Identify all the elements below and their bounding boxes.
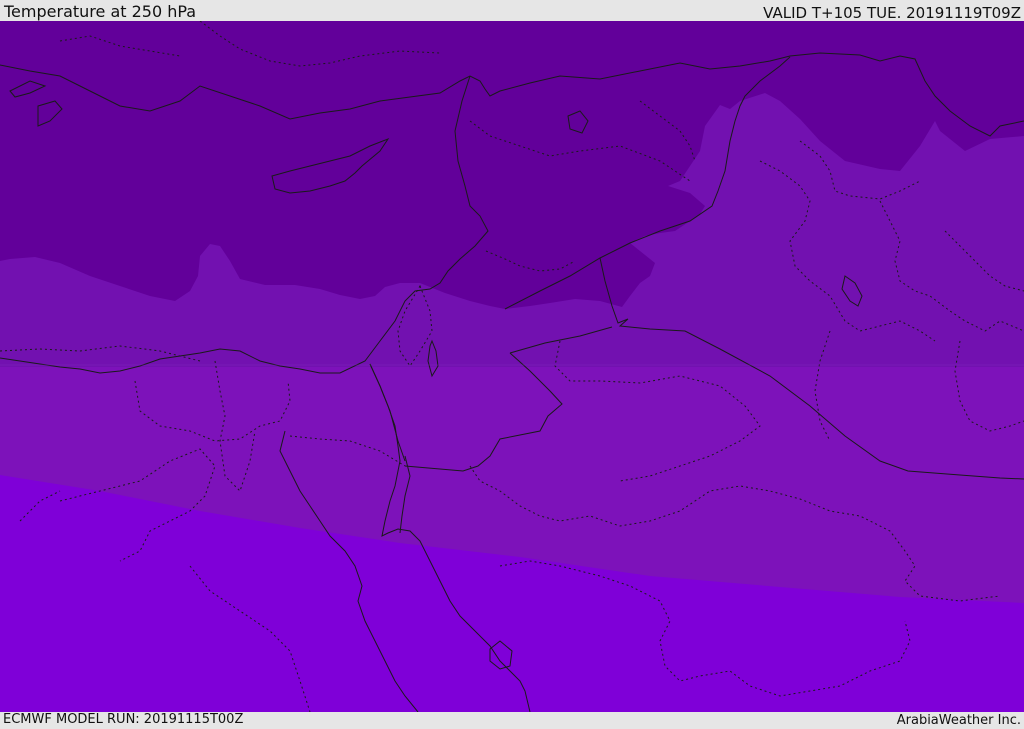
footer-bar: ECMWF MODEL RUN: 20191115T00Z ArabiaWeat… [0,712,1024,729]
model-run-label: ECMWF MODEL RUN: 20191115T00Z [3,712,244,727]
map-title: Temperature at 250 hPa [4,2,197,21]
weather-map-frame: Temperature at 250 hPa VALID T+105 TUE. … [0,0,1024,729]
header-bar: Temperature at 250 hPa VALID T+105 TUE. … [0,0,1024,22]
temperature-map[interactable] [0,21,1024,712]
map-canvas [0,21,1024,712]
credit-label: ArabiaWeather Inc. [896,713,1021,728]
valid-time-label: VALID T+105 TUE. 20191119T09Z [763,4,1021,22]
